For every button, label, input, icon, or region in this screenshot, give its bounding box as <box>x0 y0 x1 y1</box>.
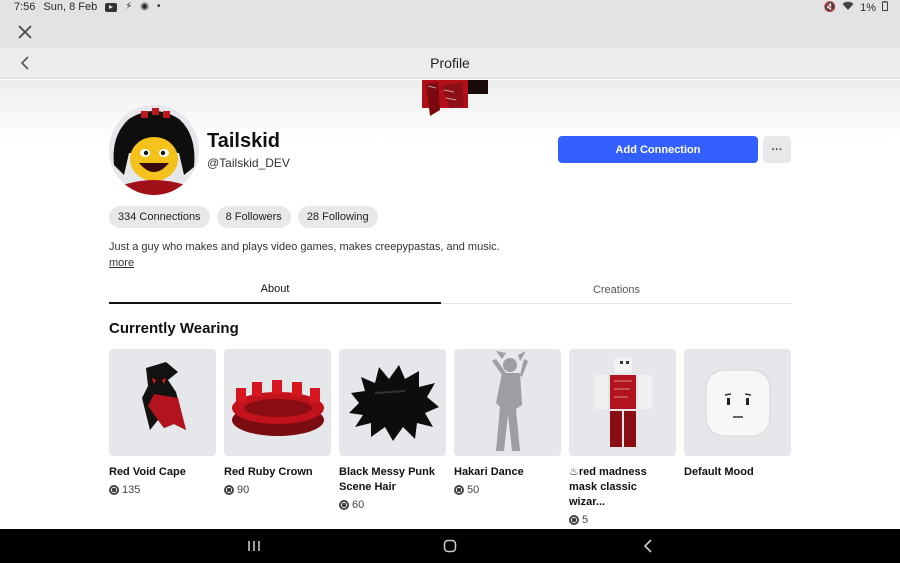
status-left: 7:56 Sun, 8 Feb ⚡ ◉ • <box>14 1 161 13</box>
home-icon[interactable] <box>441 537 459 555</box>
item-price: 5 <box>569 514 676 526</box>
bolt-icon: ⚡ <box>125 1 133 12</box>
robux-icon <box>339 500 349 510</box>
following-pill[interactable]: 28 Following <box>297 206 378 228</box>
item-price: 135 <box>109 484 216 496</box>
battery-percent: 1% <box>860 2 876 14</box>
robux-icon <box>454 485 464 495</box>
item-price: 60 <box>339 499 446 511</box>
item-name: Hakari Dance <box>454 466 524 478</box>
item-price: 50 <box>454 484 561 496</box>
battery-icon <box>882 1 888 15</box>
wearing-item[interactable]: Red Void Cape 135 <box>109 349 216 496</box>
recent-apps-icon[interactable] <box>245 537 263 555</box>
cape-icon <box>141 361 186 430</box>
item-name: Black Messy Punk Scene Hair <box>339 466 435 493</box>
item-name: Red Ruby Crown <box>224 466 313 478</box>
page-title: Profile <box>430 55 470 71</box>
youtube-notification-icon <box>105 2 118 12</box>
robux-icon <box>109 485 119 495</box>
item-name: ♨red madness mask classic wizar... <box>569 466 647 508</box>
mute-icon: 🔇 <box>823 2 837 13</box>
status-bar: 7:56 Sun, 8 Feb ⚡ ◉ • 🔇 1% <box>0 0 900 16</box>
wearing-item[interactable]: Hakari Dance 50 <box>454 349 561 496</box>
default-face-icon <box>705 369 770 436</box>
mask-outfit-icon <box>593 356 652 447</box>
display-name: Tailskid <box>207 130 280 152</box>
item-thumbnail[interactable] <box>224 349 331 456</box>
bio-more-link[interactable]: more <box>109 257 134 269</box>
robux-icon <box>569 515 579 525</box>
more-notifications-dot: • <box>157 1 161 12</box>
wearing-item[interactable]: Default Mood <box>684 349 791 480</box>
connections-pill[interactable]: 334 Connections <box>109 206 210 228</box>
item-name: Default Mood <box>684 466 754 478</box>
add-connection-button[interactable]: Add Connection <box>558 136 758 163</box>
item-thumbnail[interactable] <box>569 349 676 456</box>
item-thumbnail[interactable] <box>684 349 791 456</box>
browser-top-bar <box>0 16 900 48</box>
crown-icon <box>231 379 324 436</box>
wearing-item[interactable]: ♨red madness mask classic wizar... 5 <box>569 349 676 526</box>
page-header: Profile <box>0 48 900 79</box>
status-time: 7:56 <box>14 1 36 13</box>
status-date: Sun, 8 Feb <box>43 1 98 13</box>
currently-wearing-list: Red Void Cape 135 Red Ruby Crown 90 Blac… <box>109 349 792 526</box>
close-icon[interactable] <box>16 23 34 41</box>
hair-icon <box>348 364 439 441</box>
avatar[interactable] <box>109 105 199 195</box>
item-thumbnail[interactable] <box>339 349 446 456</box>
more-options-button[interactable]: ··· <box>763 136 791 163</box>
profile-stats: 334 Connections 8 Followers 28 Following <box>109 206 378 228</box>
tab-about[interactable]: About <box>109 276 441 304</box>
tab-creations[interactable]: Creations <box>441 276 792 304</box>
profile-tabs: About Creations <box>109 276 792 304</box>
app-notification-icon: ◉ <box>140 1 150 12</box>
dance-emote-icon <box>491 350 528 451</box>
status-right: 🔇 1% <box>824 1 888 15</box>
back-nav-icon[interactable] <box>639 537 657 555</box>
wearing-item[interactable]: Red Ruby Crown 90 <box>224 349 331 496</box>
followers-pill[interactable]: 8 Followers <box>216 206 291 228</box>
item-name: Red Void Cape <box>109 466 186 478</box>
banner-avatar-image <box>420 80 492 118</box>
wearing-item[interactable]: Black Messy Punk Scene Hair 60 <box>339 349 446 511</box>
system-nav-bar <box>0 529 900 563</box>
currently-wearing-title: Currently Wearing <box>109 320 239 337</box>
item-price: 90 <box>224 484 331 496</box>
robux-icon <box>224 485 234 495</box>
item-thumbnail[interactable] <box>109 349 216 456</box>
wifi-icon <box>842 1 854 15</box>
username: @Tailskid_DEV <box>207 156 290 170</box>
item-thumbnail[interactable] <box>454 349 561 456</box>
profile-bio: Just a guy who makes and plays video gam… <box>109 241 500 253</box>
